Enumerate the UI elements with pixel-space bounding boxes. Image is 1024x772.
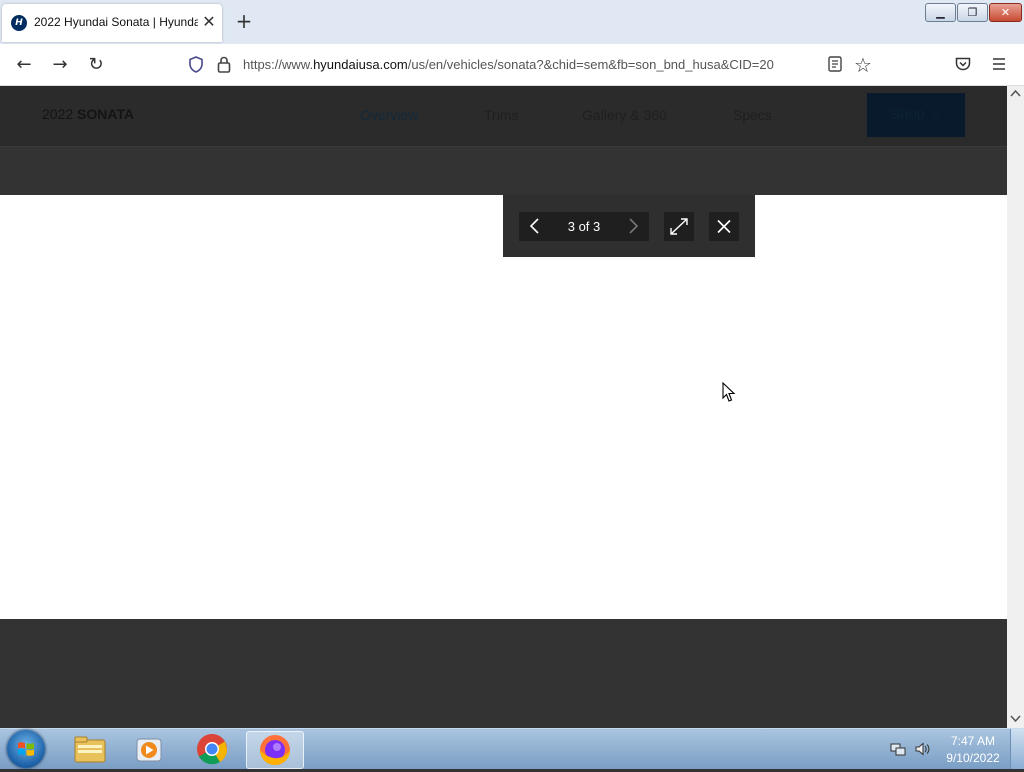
site-nav-overview[interactable]: Overview: [360, 107, 418, 123]
bookmark-star-icon[interactable]: ☆: [854, 53, 872, 77]
gallery-footer: [0, 619, 1007, 728]
taskbar-firefox[interactable]: [246, 731, 304, 769]
site-nav-specs[interactable]: Specs: [733, 107, 772, 123]
clock-date[interactable]: 9/10/2022: [942, 751, 1004, 765]
vertical-scrollbar[interactable]: [1007, 86, 1024, 728]
gallery-page-counter: 3 of 3: [567, 219, 601, 234]
reload-icon[interactable]: ↻: [85, 54, 107, 76]
model-title[interactable]: 2022 SONATA: [42, 106, 134, 122]
media-player-icon: [136, 738, 162, 762]
taskbar-chrome[interactable]: [184, 731, 240, 767]
chrome-icon: [197, 734, 228, 765]
gallery-image-area: [0, 195, 1007, 619]
close-gallery-button[interactable]: [709, 212, 739, 241]
close-icon: [717, 219, 731, 234]
taskbar-media-player[interactable]: [122, 731, 178, 767]
lock-icon[interactable]: [217, 56, 231, 73]
clock-time[interactable]: 7:47 AM: [946, 734, 1000, 748]
hamburger-menu-icon[interactable]: [992, 57, 1006, 71]
scroll-down-icon[interactable]: [1010, 715, 1021, 723]
fullscreen-button[interactable]: [664, 212, 694, 241]
pocket-icon[interactable]: [955, 57, 971, 71]
url-domain: hyundaiusa.com: [313, 57, 408, 72]
chevron-left-icon[interactable]: [527, 216, 543, 236]
back-arrow-icon[interactable]: ←: [13, 54, 35, 76]
model-name: SONATA: [77, 106, 135, 122]
chevron-right-icon[interactable]: [625, 216, 641, 236]
tab-title: 2022 Hyundai Sonata | Hyundai: [34, 15, 198, 29]
forward-arrow-icon[interactable]: →: [49, 54, 71, 76]
window-restore-button[interactable]: ❐: [957, 3, 988, 22]
windows-explorer-icon: [74, 736, 106, 763]
web-page: 2022 SONATA Overview Trims Gallery & 360…: [0, 86, 1007, 728]
gallery-controls: 3 of 3: [503, 195, 755, 257]
mouse-cursor-icon: [722, 382, 736, 402]
sub-header: [0, 146, 1007, 196]
taskbar-explorer[interactable]: [62, 731, 118, 767]
shield-icon[interactable]: [188, 56, 204, 73]
hyundai-logo-icon: H: [11, 15, 27, 31]
site-header: 2022 SONATA Overview Trims Gallery & 360…: [0, 86, 1007, 146]
url-text[interactable]: https://www.hyundaiusa.com/us/en/vehicle…: [243, 57, 821, 72]
volume-icon[interactable]: [914, 741, 930, 757]
site-nav-trims[interactable]: Trims: [484, 107, 518, 123]
shop-label: Shop: [890, 106, 926, 123]
start-button[interactable]: [7, 730, 45, 768]
chevron-down-icon: ⌄: [929, 106, 942, 123]
taskbar: 7:47 AM 9/10/2022: [0, 728, 1024, 769]
window-close-button[interactable]: ✕: [989, 3, 1022, 22]
network-icon[interactable]: [890, 741, 906, 757]
window-minimize-button[interactable]: ▁: [925, 3, 956, 22]
url-path: /us/en/vehicles/sonata?&chid=sem&fb=son_…: [407, 57, 774, 72]
browser-tab[interactable]: H 2022 Hyundai Sonata | Hyundai ✕: [2, 4, 222, 42]
show-desktop-button[interactable]: [1010, 729, 1024, 769]
browser-titlebar: H 2022 Hyundai Sonata | Hyundai ✕ + ▁ ❐ …: [0, 0, 1024, 44]
site-nav-gallery[interactable]: Gallery & 360: [582, 107, 667, 123]
firefox-icon: [260, 735, 290, 765]
expand-icon: [670, 218, 688, 235]
close-tab-icon[interactable]: ✕: [200, 13, 218, 31]
new-tab-icon[interactable]: +: [233, 10, 255, 32]
browser-navbar: ← → ↻ https://www.hyundaiusa.com/us/en/v…: [0, 44, 1024, 86]
scroll-up-icon[interactable]: [1010, 89, 1021, 97]
windows-logo-icon: [18, 742, 34, 756]
url-bar[interactable]: https://www.hyundaiusa.com/us/en/vehicle…: [180, 50, 880, 79]
url-prefix: https://www.: [243, 57, 314, 72]
reader-view-icon[interactable]: [828, 56, 842, 72]
shop-button[interactable]: Shop ⌄: [867, 93, 965, 137]
gallery-pager: 3 of 3: [519, 212, 649, 241]
model-year: 2022: [42, 106, 74, 122]
